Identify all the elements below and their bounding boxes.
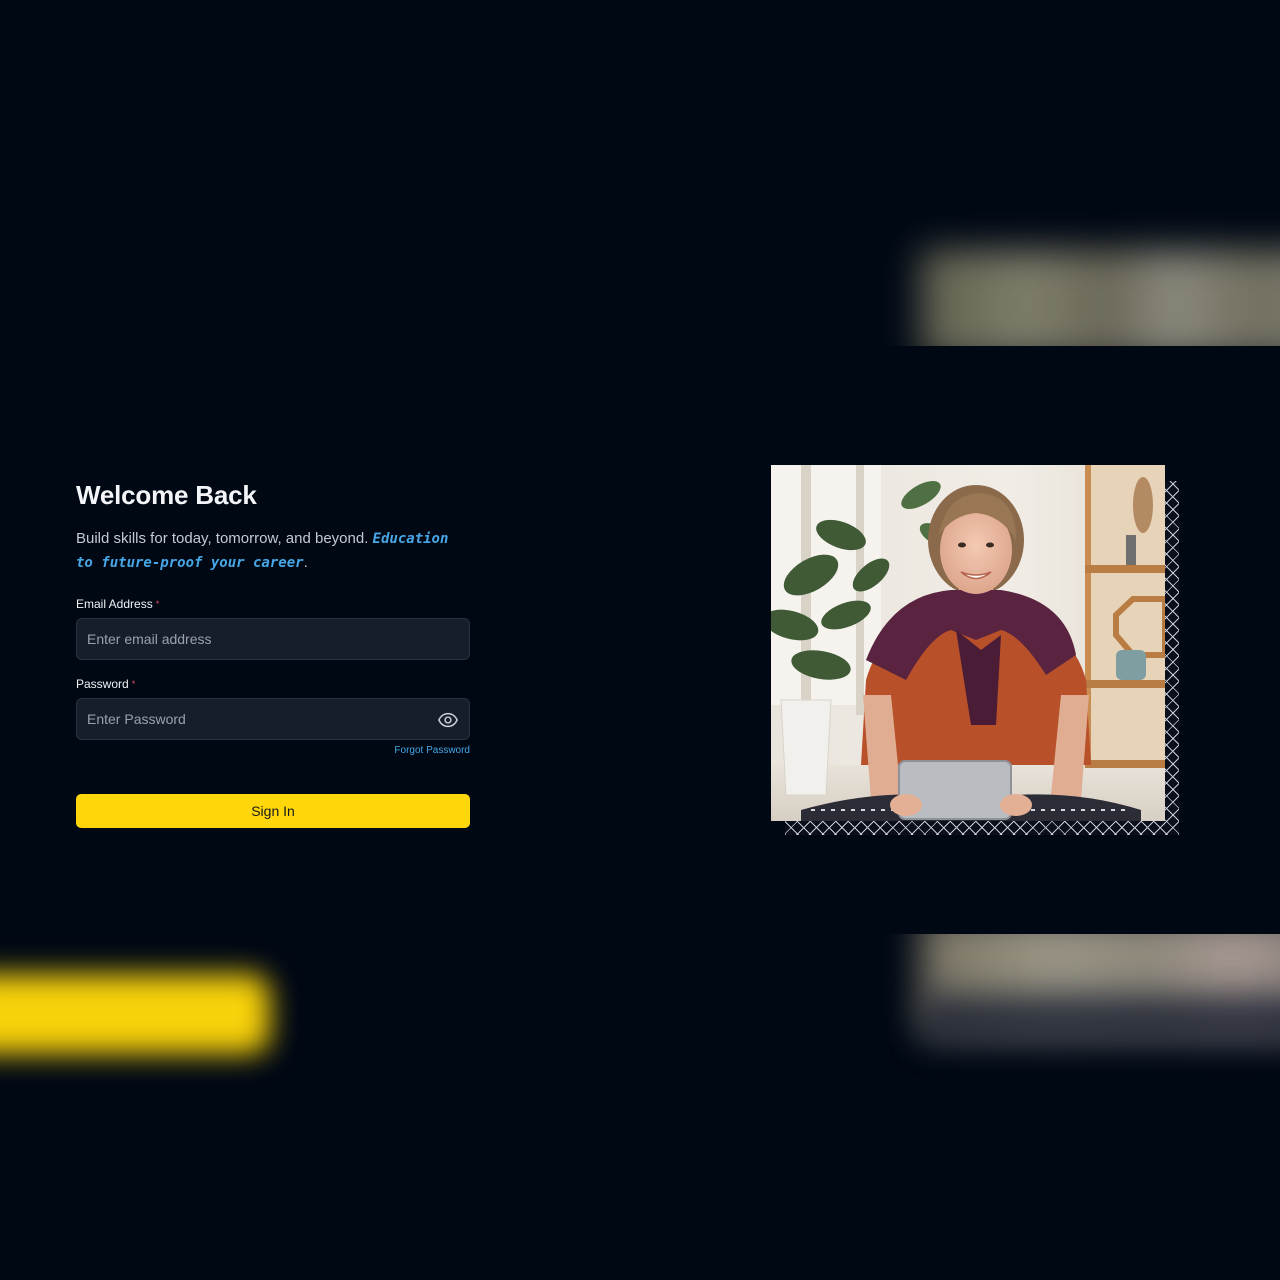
email-field-wrapper [76,618,470,660]
subtitle-end: . [303,554,308,571]
required-marker: * [155,599,160,609]
sign-in-button[interactable]: Sign In [76,794,470,828]
subtitle-text: Build skills for today, tomorrow, and be… [76,530,369,547]
email-field[interactable] [77,619,469,659]
hero-image-block [771,465,1179,835]
forgot-password-link[interactable]: Forgot Password [76,744,470,758]
hero-photo [771,465,1165,821]
email-label: Email Address * [76,596,470,612]
blurred-background-image [880,934,1280,1094]
password-field-wrapper [76,698,470,740]
password-label-text: Password [76,677,129,691]
blurred-background-highlight [0,934,330,1084]
required-marker: * [131,679,136,689]
page-title: Welcome Back [76,480,257,510]
login-page: Welcome Back Build skills for today, tom… [0,0,1280,1280]
email-label-text: Email Address [76,597,153,611]
eye-icon[interactable] [437,709,459,731]
login-form: Welcome Back Build skills for today, tom… [76,478,470,828]
page-subtitle: Build skills for today, tomorrow, and be… [76,527,470,575]
password-field[interactable] [77,699,469,739]
blurred-background-image [880,205,1280,346]
password-label: Password * [76,676,470,692]
